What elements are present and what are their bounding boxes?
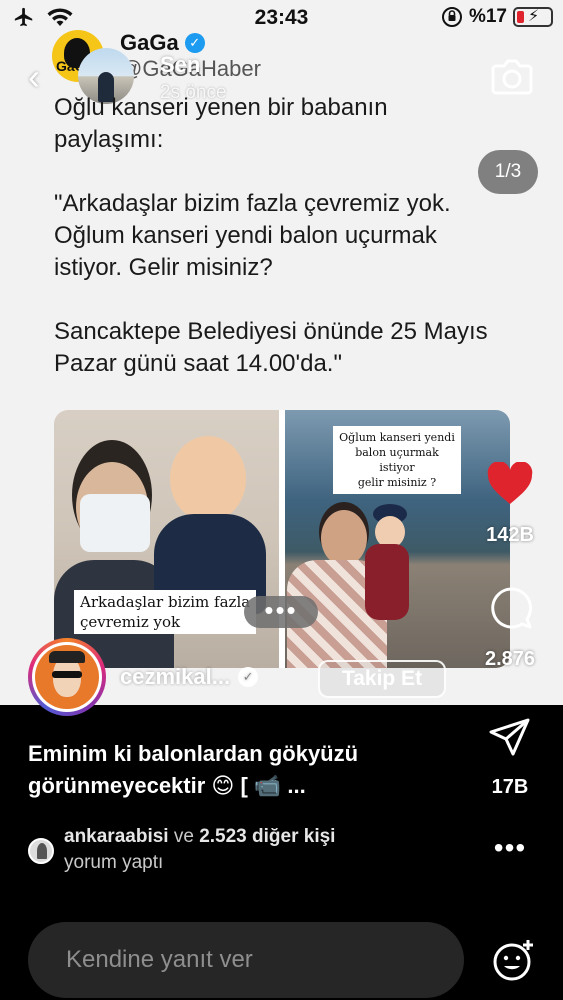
comments-count[interactable]: 2.876 [468,648,552,671]
activity-connector: ve [168,826,200,847]
shares-count[interactable]: 17B [478,776,542,799]
tweet-paragraph: Oğlu kanseri yenen bir babanın paylaşımı… [54,94,388,153]
activity-action: yorum yaptı [64,852,164,873]
battery-percent: %17 [468,6,507,27]
follow-button[interactable]: Takip Et [318,660,446,698]
orientation-lock-icon [441,7,462,27]
activity-user[interactable]: ankaraabisi [64,826,169,847]
author-username[interactable]: cezmikal... ✓ [120,664,259,690]
post-caption[interactable]: Eminim ki balonlardan gökyüzü görünmeyec… [28,738,448,802]
likes-count[interactable]: 142B [470,524,550,547]
camera-icon[interactable] [490,56,534,96]
image-caption: Arkadaşlar bizim fazla çevremiz yok [74,590,257,634]
heart-icon[interactable] [486,462,534,506]
tweet-photo-father-son: Arkadaşlar bizim fazla çevremiz yok [54,410,279,668]
verified-badge-icon: ✓ [238,667,259,687]
more-dots-indicator[interactable]: ••• [244,596,318,628]
status-right: %17 ⚡ [441,6,553,28]
send-icon[interactable] [488,716,532,760]
more-options-icon[interactable]: ••• [490,834,530,868]
add-reaction-emoji-icon[interactable] [492,938,536,982]
activity-others[interactable]: 2.523 diğer kişi [199,826,335,847]
story-content: 23:43 %17 ⚡ GaGa GaGa ✓ @GaGaHaber ‹ Sen… [0,0,563,705]
image-caption: Oğlum kanseri yendi balon uçurmak istiyo… [333,426,461,494]
verified-badge-icon: ✓ [184,33,205,53]
reply-input[interactable]: Kendine yanıt ver [28,922,464,998]
comment-activity[interactable]: ankaraabisi ve 2.523 diğer kişi yorum ya… [64,824,335,876]
page-counter: 1/3 [478,150,538,194]
author-avatar[interactable] [28,638,106,716]
story-user-label[interactable]: Sen [160,52,200,78]
tweet-text: Oğlu kanseri yenen bir babanın paylaşımı… [54,92,494,412]
comment-icon[interactable] [490,586,534,630]
battery-icon: ⚡ [513,7,553,27]
tweet-paragraph: "Arkadaşlar bizim fazla çevremiz yok. Oğ… [54,190,451,281]
back-chevron-icon[interactable]: ‹ [28,59,54,95]
tweet-media[interactable]: Arkadaşlar bizim fazla çevremiz yok Oğlu… [54,410,510,668]
activity-avatar[interactable] [28,838,54,864]
tweet-paragraph: Sancaktepe Belediyesi önünde 25 Mayıs Pa… [54,318,488,377]
